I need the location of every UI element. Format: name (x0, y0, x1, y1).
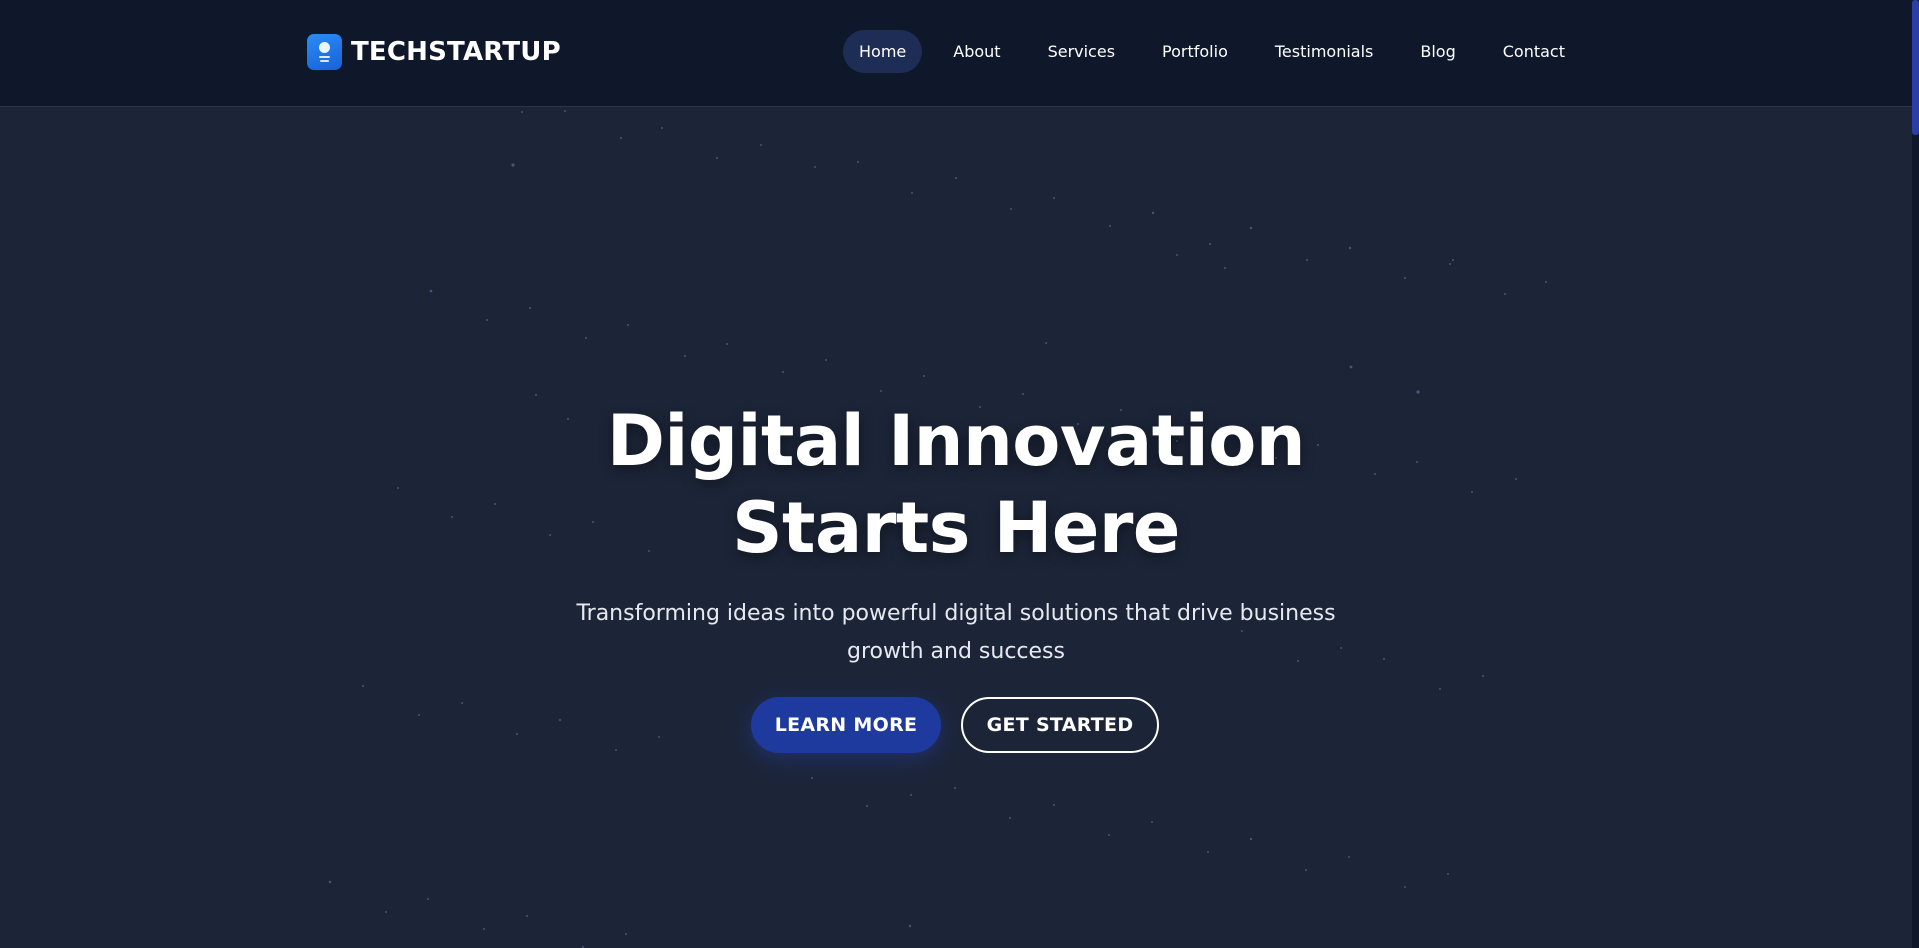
nav-item-testimonials[interactable]: Testimonials (1259, 30, 1390, 73)
main-nav: Home About Services Portfolio Testimonia… (843, 30, 1581, 73)
nav-item-blog[interactable]: Blog (1404, 30, 1471, 73)
hero-title-line-1: Digital Innovation (606, 400, 1306, 482)
get-started-button[interactable]: GET STARTED (961, 697, 1159, 753)
lightbulb-icon (307, 34, 342, 70)
page: TECHSTARTUP Home About Services Portfoli… (0, 0, 1919, 948)
nav-item-contact[interactable]: Contact (1487, 30, 1581, 73)
scrollbar-thumb[interactable] (1912, 0, 1919, 135)
learn-more-button[interactable]: LEARN MORE (751, 697, 941, 753)
nav-item-about[interactable]: About (937, 30, 1016, 73)
hero-subtitle: Transforming ideas into powerful digital… (576, 601, 1336, 664)
nav-item-services[interactable]: Services (1032, 30, 1131, 73)
scrollbar-track[interactable] (1912, 0, 1919, 948)
hero-title-line-2: Starts Here (732, 487, 1180, 569)
hero-title: Digital Innovation Starts Here (0, 398, 1912, 572)
brand-logo[interactable]: TECHSTARTUP (307, 34, 561, 70)
nav-item-home[interactable]: Home (843, 30, 923, 73)
brand-name: TECHSTARTUP (351, 37, 561, 67)
site-header: TECHSTARTUP Home About Services Portfoli… (0, 0, 1912, 107)
nav-item-portfolio[interactable]: Portfolio (1146, 30, 1244, 73)
